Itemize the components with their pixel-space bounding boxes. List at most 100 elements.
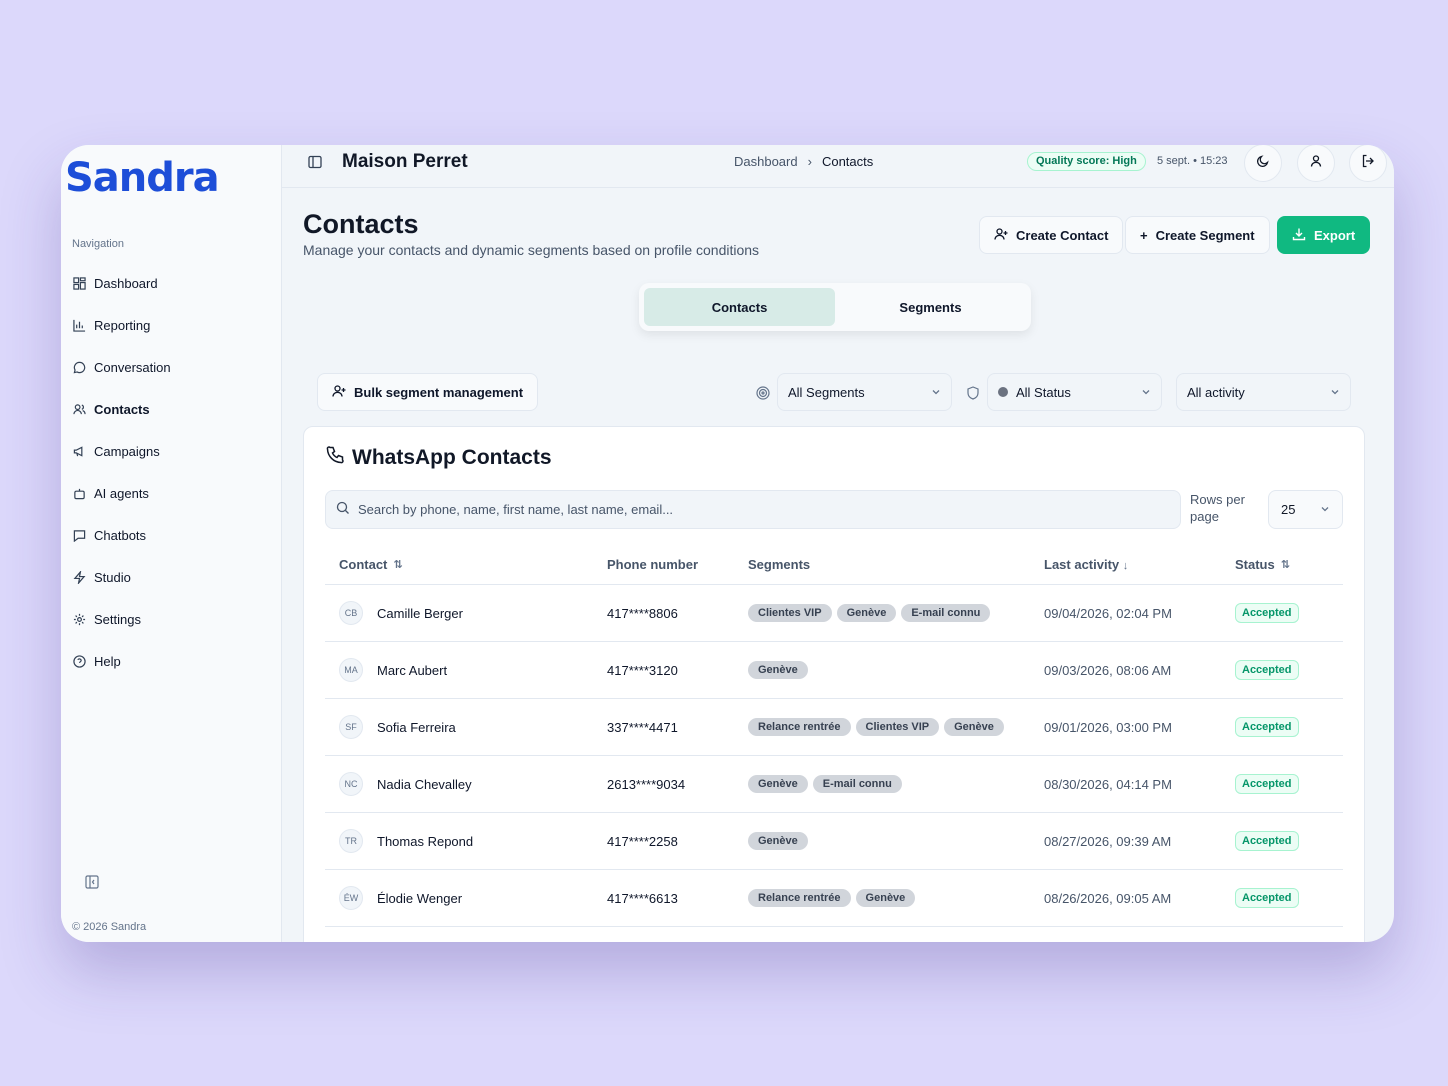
tab-segments[interactable]: Segments bbox=[835, 288, 1026, 326]
last-activity-cell: 09/03/2026, 08:06 AM bbox=[1044, 662, 1172, 678]
phone-cell: 417****2258 bbox=[607, 833, 678, 849]
create-segment-button[interactable]: + Create Segment bbox=[1125, 216, 1270, 254]
sidebar-item-label: Conversation bbox=[94, 359, 171, 375]
contact-cell: SF Sofia Ferreira bbox=[325, 715, 607, 739]
segments-filter-select[interactable]: All Segments bbox=[777, 373, 952, 411]
breadcrumb-dashboard[interactable]: Dashboard bbox=[734, 154, 798, 169]
sidebar-toggle-icon[interactable] bbox=[308, 155, 322, 169]
table-row[interactable]: CB Camille Berger 417****8806 Clientes V… bbox=[325, 585, 1343, 642]
sidebar-item-campaigns[interactable]: Campaigns bbox=[72, 435, 272, 467]
sidebar-nav: Dashboard Reporting Conversation Contact… bbox=[72, 267, 272, 687]
profile-button[interactable] bbox=[1297, 145, 1335, 182]
sidebar-item-studio[interactable]: Studio bbox=[72, 561, 272, 593]
phone-cell: 417****6613 bbox=[607, 890, 678, 906]
status-filter-select[interactable]: All Status bbox=[987, 373, 1162, 411]
main-content: Maison Perret Dashboard › Contacts Quali… bbox=[282, 145, 1394, 942]
contacts-card: WhatsApp Contacts Rows per page 25 Conta… bbox=[303, 426, 1365, 942]
bolt-icon bbox=[72, 570, 86, 584]
collapse-sidebar-icon[interactable] bbox=[85, 875, 99, 889]
view-tabs: Contacts Segments bbox=[639, 283, 1031, 331]
segment-tag: E-mail connu bbox=[812, 775, 902, 793]
moon-icon bbox=[1256, 154, 1270, 173]
segment-tag: E-mail connu bbox=[901, 604, 991, 622]
chevron-down-icon bbox=[1330, 385, 1340, 400]
contact-cell: MA Marc Aubert bbox=[325, 658, 607, 682]
segment-tag: Relance rentrée bbox=[748, 889, 851, 907]
export-button[interactable]: Export bbox=[1277, 216, 1371, 254]
logout-button[interactable] bbox=[1349, 145, 1387, 182]
tab-contacts[interactable]: Contacts bbox=[644, 288, 835, 326]
status-cell: Accepted bbox=[1235, 660, 1343, 680]
column-status[interactable]: Status ⇅ bbox=[1235, 557, 1343, 572]
sidebar-item-label: Contacts bbox=[94, 401, 150, 417]
message-square-icon bbox=[72, 528, 86, 542]
status-badge: Accepted bbox=[1235, 660, 1299, 680]
rows-per-page-label: Rows per page bbox=[1190, 492, 1245, 524]
status-cell: Accepted bbox=[1235, 717, 1343, 737]
avatar: SF bbox=[339, 715, 363, 739]
sidebar-item-dashboard[interactable]: Dashboard bbox=[72, 267, 272, 299]
segment-tag: Relance rentrée bbox=[748, 718, 851, 736]
status-cell: Accepted bbox=[1235, 831, 1343, 851]
column-last-activity[interactable]: Last activity ↓ bbox=[1044, 557, 1235, 572]
top-bar: Maison Perret Dashboard › Contacts Quali… bbox=[282, 145, 1394, 188]
last-activity-cell: 09/04/2026, 02:04 PM bbox=[1044, 605, 1172, 621]
table-row[interactable]: NC Nadia Chevalley 2613****9034 Genève E-… bbox=[325, 756, 1343, 813]
last-activity-cell: 08/30/2026, 04:14 PM bbox=[1044, 776, 1172, 792]
rows-per-page-select[interactable]: 25 bbox=[1268, 490, 1343, 529]
breadcrumb: Dashboard › Contacts bbox=[734, 154, 873, 169]
table-row[interactable]: ÉW Élodie Wenger 417****6613 Relance ren… bbox=[325, 870, 1343, 927]
search-icon bbox=[336, 501, 350, 518]
avatar: NC bbox=[339, 772, 363, 796]
sidebar-item-reporting[interactable]: Reporting bbox=[72, 309, 272, 341]
segment-tag: Genève bbox=[944, 718, 1004, 736]
status-filter-value: All Status bbox=[1016, 384, 1071, 400]
create-contact-button[interactable]: Create Contact bbox=[979, 216, 1124, 254]
status-badge: Accepted bbox=[1235, 717, 1299, 737]
sidebar-item-conversation[interactable]: Conversation bbox=[72, 351, 272, 383]
sidebar-item-help[interactable]: Help bbox=[72, 645, 272, 677]
avatar: MA bbox=[339, 658, 363, 682]
column-label: Last activity bbox=[1044, 556, 1120, 572]
help-circle-icon bbox=[72, 654, 86, 668]
bot-icon bbox=[72, 486, 86, 500]
table-row[interactable]: TR Thomas Repond 417****2258 Genève 08/2… bbox=[325, 813, 1343, 870]
download-icon bbox=[1292, 227, 1306, 244]
column-contact[interactable]: Contact ⇅ bbox=[325, 557, 607, 572]
segments-cell: Genève E-mail connu bbox=[748, 775, 1044, 793]
sidebar-item-settings[interactable]: Settings bbox=[72, 603, 272, 635]
segment-tag: Genève bbox=[748, 775, 808, 793]
sidebar: Sandra Navigation Dashboard Reporting Co… bbox=[61, 145, 282, 942]
activity-filter-value: All activity bbox=[1187, 384, 1245, 400]
search-bar bbox=[325, 490, 1181, 529]
chevron-down-icon bbox=[931, 385, 941, 400]
status-cell: Accepted bbox=[1235, 774, 1343, 794]
datetime: 5 sept. • 15:23 bbox=[1157, 155, 1228, 167]
bulk-segment-management-button[interactable]: Bulk segment management bbox=[317, 373, 539, 411]
phone-icon bbox=[326, 446, 344, 470]
segments-cell: Relance rentrée Clientes VIP Genève bbox=[748, 718, 1044, 736]
sidebar-item-ai-agents[interactable]: AI agents bbox=[72, 477, 272, 509]
sidebar-item-label: Settings bbox=[94, 611, 141, 627]
column-label: Contact bbox=[339, 556, 388, 572]
users-icon bbox=[72, 402, 86, 416]
card-title: WhatsApp Contacts bbox=[326, 446, 552, 470]
segment-tag: Genève bbox=[748, 661, 808, 679]
sort-desc-icon: ↓ bbox=[1122, 559, 1129, 572]
table-row[interactable]: MA Marc Aubert 417****3120 Genève 09/03/… bbox=[325, 642, 1343, 699]
create-contact-label: Create Contact bbox=[1016, 227, 1109, 243]
contact-cell: ÉW Élodie Wenger bbox=[325, 886, 607, 910]
quality-score-badge: Quality score: High bbox=[1027, 152, 1146, 171]
sidebar-item-contacts[interactable]: Contacts bbox=[72, 393, 272, 425]
search-input[interactable] bbox=[358, 502, 1170, 517]
user-plus-icon bbox=[332, 384, 346, 401]
theme-toggle-button[interactable] bbox=[1244, 145, 1282, 182]
contact-cell: CB Camille Berger bbox=[325, 601, 607, 625]
activity-filter-select[interactable]: All activity bbox=[1176, 373, 1351, 411]
chevron-right-icon: › bbox=[807, 154, 812, 169]
sidebar-item-label: Chatbots bbox=[94, 527, 147, 543]
segments-cell: Relance rentrée Genève bbox=[748, 889, 1044, 907]
user-icon bbox=[1309, 154, 1323, 173]
table-row[interactable]: SF Sofia Ferreira 337****4471 Relance re… bbox=[325, 699, 1343, 756]
sidebar-item-chatbots[interactable]: Chatbots bbox=[72, 519, 272, 551]
